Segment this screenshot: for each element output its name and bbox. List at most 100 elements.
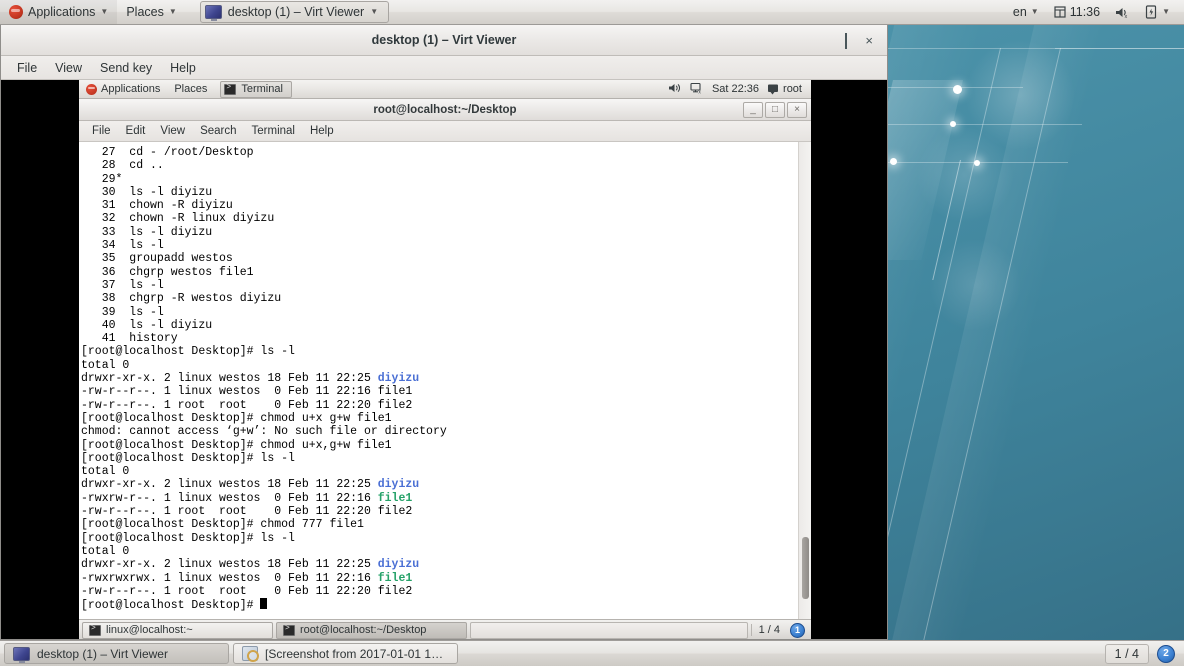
wallpaper-line	[1055, 48, 1184, 49]
terminal-text: drwxr-xr-x. 2 linux westos 18 Feb 11 22:…	[81, 558, 378, 572]
vv-menu-help[interactable]: Help	[162, 58, 204, 78]
terminal-text: 40 ls -l diyizu	[81, 318, 213, 332]
host-taskbar-item-virt-viewer[interactable]: desktop (1) – Virt Viewer	[4, 643, 229, 664]
guest-places-menu[interactable]: Places	[167, 80, 214, 99]
terminal-menu-view[interactable]: View	[153, 123, 192, 139]
guest-system-tray: x Sat 22:36 root	[668, 82, 811, 97]
terminal-line: 39 ls -l	[79, 306, 798, 319]
clock-indicator[interactable]: 11:36	[1048, 1, 1106, 24]
terminal-line: total 0	[79, 465, 798, 478]
host-window-menu-button[interactable]: desktop (1) – Virt Viewer ▼	[199, 1, 390, 23]
terminal-line: -rw-r--r--. 1 root root 0 Feb 11 22:20 f…	[79, 585, 798, 598]
battery-icon	[1145, 5, 1157, 19]
guest-volume-indicator[interactable]	[668, 82, 682, 97]
chevron-down-icon: ▼	[370, 7, 379, 16]
terminal-text: 39 ls -l	[81, 305, 164, 319]
virt-viewer-titlebar[interactable]: desktop (1) – Virt Viewer ×	[1, 25, 887, 56]
guest-desktop: Applications Places Terminal	[79, 80, 811, 639]
keyboard-layout-indicator[interactable]: en ▼	[1007, 1, 1045, 24]
terminal-menu-help[interactable]: Help	[303, 123, 341, 139]
maximize-button[interactable]	[845, 32, 848, 49]
host-applications-menu[interactable]: Applications ▼	[0, 0, 118, 24]
host-taskbar-item-label: desktop (1) – Virt Viewer	[37, 646, 168, 661]
terminal-line: 28 cd ..	[79, 159, 798, 172]
terminal-line: -rw-r--r--. 1 linux westos 0 Feb 11 22:1…	[79, 385, 798, 398]
host-workspace-badge[interactable]: 2	[1157, 644, 1175, 663]
terminal-text: 38 chgrp -R westos diyizu	[81, 292, 282, 306]
guest-network-indicator[interactable]: x	[690, 82, 704, 97]
svg-text:x: x	[698, 89, 701, 93]
vv-menu-view[interactable]: View	[47, 58, 90, 78]
power-indicator[interactable]: ▼	[1139, 1, 1176, 24]
fedora-logo-icon	[9, 5, 23, 19]
terminal-maximize-button[interactable]: □	[765, 102, 785, 118]
terminal-content-area[interactable]: 27 cd - /root/Desktop 28 cd .. 29* 30 ls…	[79, 142, 811, 619]
terminal-text: 34 ls -l	[81, 239, 164, 253]
guest-window-list-item-terminal[interactable]: Terminal	[220, 80, 292, 98]
guest-user-indicator[interactable]: root	[767, 83, 802, 95]
host-taskbar-item-screenshot[interactable]: [Screenshot from 2017-01-01 1…	[233, 643, 458, 664]
terminal-line: [root@localhost Desktop]# chmod u+x,g+w …	[79, 439, 798, 452]
guest-taskbar-item-linux[interactable]: linux@localhost:~	[82, 621, 273, 639]
terminal-line: [root@localhost Desktop]# ls -l	[79, 345, 798, 358]
host-top-panel: Applications ▼ Places ▼ desktop (1) – Vi…	[0, 0, 1184, 25]
terminal-line: drwxr-xr-x. 2 linux westos 18 Feb 11 22:…	[79, 478, 798, 491]
terminal-titlebar[interactable]: root@localhost:~/Desktop _ □ ×	[79, 99, 811, 121]
terminal-icon	[89, 624, 101, 636]
volume-icon	[668, 83, 680, 92]
terminal-line: 37 ls -l	[79, 279, 798, 292]
terminal-text: 36 chgrp westos file1	[81, 265, 254, 279]
chevron-down-icon: ▼	[1030, 7, 1039, 16]
terminal-output[interactable]: 27 cd - /root/Desktop 28 cd .. 29* 30 ls…	[79, 142, 798, 619]
svg-text:x: x	[1125, 14, 1128, 19]
chevron-down-icon: ▼	[100, 7, 109, 16]
terminal-menu-edit[interactable]: Edit	[119, 123, 153, 139]
terminal-text: -rw-r--r--. 1 root root 0 Feb 11 22:20 f…	[81, 505, 413, 519]
terminal-text: -rw-r--r--. 1 root root 0 Feb 11 22:20 f…	[81, 584, 413, 598]
terminal-colored-token: file1	[377, 491, 413, 505]
terminal-menu-terminal[interactable]: Terminal	[245, 123, 302, 139]
terminal-line: 31 chown -R diyizu	[79, 199, 798, 212]
terminal-colored-token: diyizu	[377, 478, 420, 492]
guest-workspace-indicator[interactable]: 1 / 4	[750, 624, 787, 636]
terminal-line: chmod: cannot access ‘g+w’: No such file…	[79, 425, 798, 438]
terminal-text: [root@localhost Desktop]# chmod u+x,g+w …	[81, 438, 392, 452]
guest-workspace-badge[interactable]: 1	[790, 622, 805, 638]
terminal-scrollbar[interactable]	[798, 142, 811, 619]
volume-indicator[interactable]: x	[1109, 1, 1136, 24]
terminal-text: 30 ls -l diyizu	[81, 185, 213, 199]
close-button[interactable]: ×	[865, 34, 873, 47]
terminal-menubar: File Edit View Search Terminal Help	[79, 121, 811, 142]
guest-applications-menu[interactable]: Applications	[79, 80, 167, 99]
terminal-icon	[283, 624, 295, 636]
terminal-line: -rw-r--r--. 1 root root 0 Feb 11 22:20 f…	[79, 505, 798, 518]
terminal-text: -rwxrw-r--. 1 linux westos 0 Feb 11 22:1…	[81, 491, 378, 505]
terminal-line: drwxr-xr-x. 2 linux westos 18 Feb 11 22:…	[79, 558, 798, 571]
guest-top-panel: Applications Places Terminal	[79, 80, 811, 99]
guest-clock-label[interactable]: Sat 22:36	[712, 83, 759, 95]
terminal-text: [root@localhost Desktop]# ls -l	[81, 451, 295, 465]
terminal-minimize-button[interactable]: _	[743, 102, 763, 118]
terminal-cursor	[260, 598, 268, 610]
host-workspace-indicator[interactable]: 1 / 4	[1104, 643, 1149, 664]
wallpaper-dot	[974, 160, 980, 166]
guest-display-canvas[interactable]: Applications Places Terminal	[1, 80, 887, 639]
calendar-icon	[1054, 6, 1066, 18]
terminal-line: 38 chgrp -R westos diyizu	[79, 292, 798, 305]
terminal-menu-search[interactable]: Search	[193, 123, 243, 139]
terminal-text: drwxr-xr-x. 2 linux westos 18 Feb 11 22:…	[81, 372, 378, 386]
host-bottom-taskbar: desktop (1) – Virt Viewer [Screenshot fr…	[0, 640, 1184, 666]
terminal-close-button[interactable]: ×	[787, 102, 807, 118]
guest-task-label: Terminal	[241, 83, 283, 95]
terminal-text: [root@localhost Desktop]# ls -l	[81, 531, 295, 545]
terminal-text: 32 chown -R linux diyizu	[81, 212, 275, 226]
host-places-menu[interactable]: Places ▼	[117, 0, 185, 24]
guest-places-label: Places	[174, 83, 208, 95]
vv-menu-send-key[interactable]: Send key	[92, 58, 160, 78]
terminal-text: [root@localhost Desktop]# chmod 777 file…	[81, 518, 364, 532]
vv-menu-file[interactable]: File	[9, 58, 45, 78]
guest-taskbar-item-root[interactable]: root@localhost:~/Desktop	[276, 621, 467, 639]
terminal-menu-file[interactable]: File	[85, 123, 118, 139]
terminal-scrollbar-thumb[interactable]	[802, 537, 809, 599]
terminal-line: 36 chgrp westos file1	[79, 266, 798, 279]
